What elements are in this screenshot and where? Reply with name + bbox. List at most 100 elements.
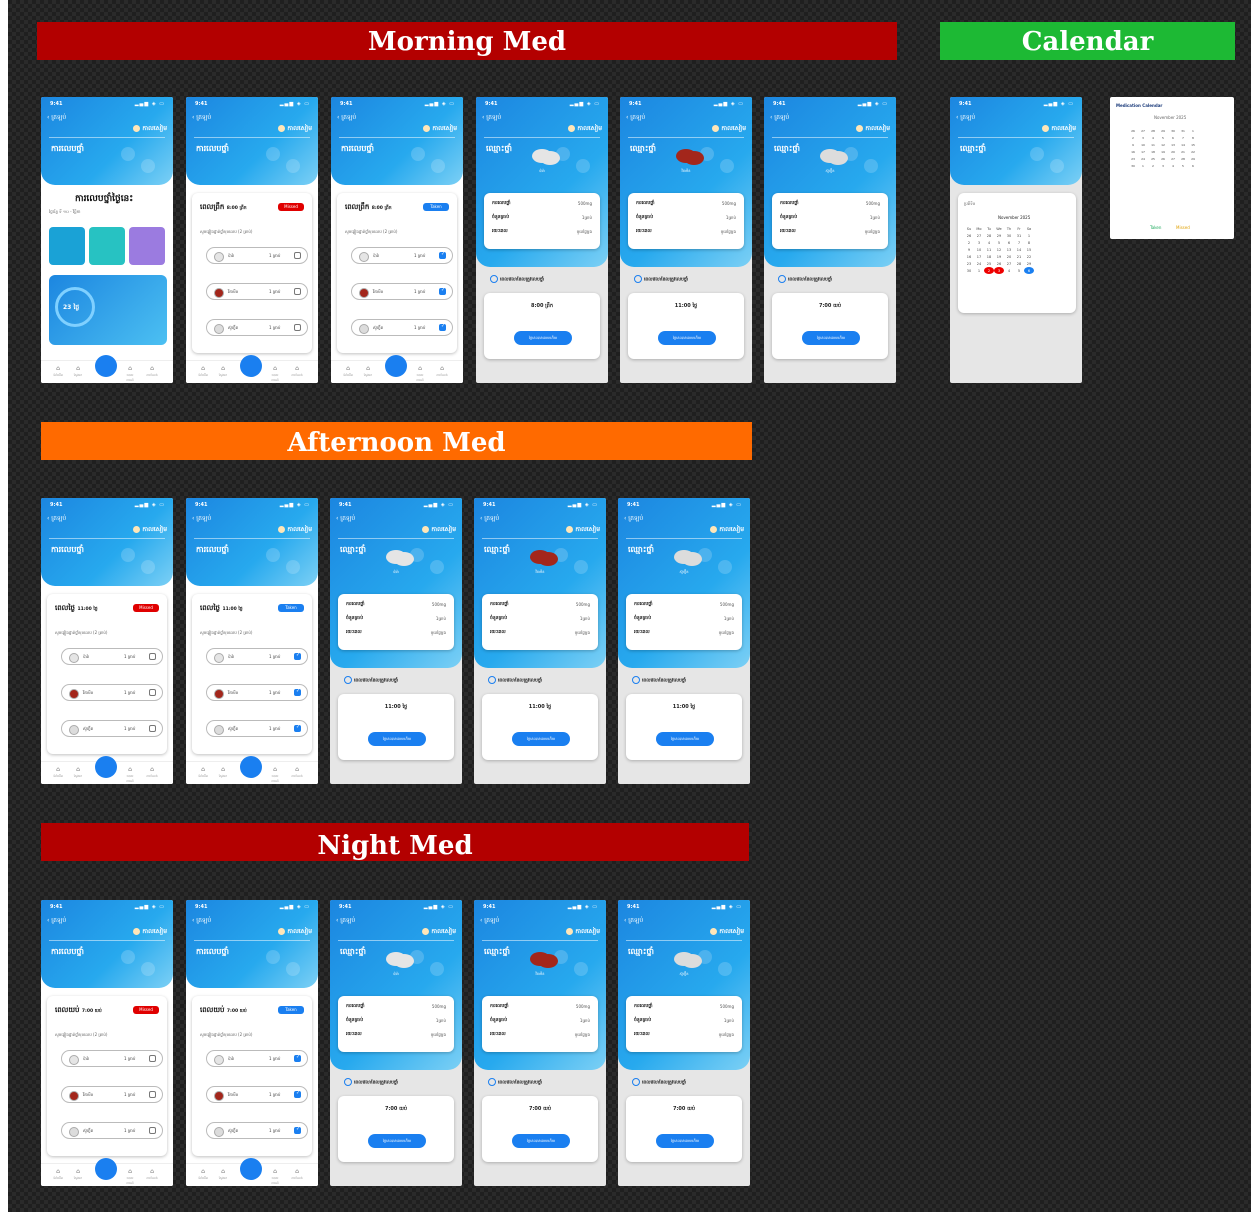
pill-checkbox[interactable] bbox=[294, 324, 301, 331]
calendar-day[interactable]: 8 bbox=[1188, 134, 1198, 141]
calendar-day[interactable]: 27 bbox=[1004, 260, 1014, 267]
back-button[interactable]: ‹ ត្រឡប់ bbox=[192, 916, 211, 925]
calendar-day[interactable]: 29 bbox=[1158, 127, 1168, 134]
nav-item[interactable]: ⌂ ទំព័រដើម bbox=[196, 766, 210, 779]
back-button[interactable]: ‹ ត្រឡប់ bbox=[192, 113, 211, 122]
back-button[interactable]: ‹ ត្រឡប់ bbox=[192, 514, 211, 523]
calendar-day[interactable]: 26 bbox=[964, 232, 974, 239]
mark-taken-button[interactable]: ថ្ងៃនេះបានលេបហើយ bbox=[512, 732, 570, 746]
back-button[interactable]: ‹ ត្រឡប់ bbox=[336, 916, 355, 925]
nav-item[interactable]: ⌂ ទំព័រដើម bbox=[341, 365, 355, 378]
pill-checkbox[interactable] bbox=[294, 1090, 301, 1098]
calendar-day[interactable]: 22 bbox=[1024, 253, 1034, 260]
calendar-day[interactable]: 6 bbox=[1168, 134, 1178, 141]
nav-item[interactable]: ⌂ ទំព័រដើម bbox=[196, 365, 210, 378]
pill-row[interactable]: ប៉ារ៉ា 1 គ្រាប់ bbox=[61, 648, 163, 665]
user-chip[interactable]: កាលសៀម bbox=[422, 927, 456, 936]
calendar-day[interactable]: 28 bbox=[1014, 260, 1024, 267]
calendar-day[interactable]: 3 bbox=[994, 267, 1004, 274]
calendar-day[interactable]: 23 bbox=[1128, 155, 1138, 162]
back-button[interactable]: ‹ ត្រឡប់ bbox=[624, 514, 643, 523]
nav-center-button[interactable] bbox=[95, 1158, 117, 1180]
calendar-day[interactable]: 2 bbox=[984, 267, 994, 274]
pill-checkbox[interactable] bbox=[439, 251, 446, 259]
nav-item[interactable]: ⌂ ការកំណត់ bbox=[290, 365, 304, 378]
nav-item[interactable]: ⌂ ស្វែងរក bbox=[216, 766, 230, 779]
user-chip[interactable]: កាលសៀម bbox=[856, 124, 890, 133]
nav-item[interactable]: ⌂ របាយការណ៍ bbox=[268, 365, 282, 383]
pill-row[interactable]: ស៊ូហ្វ៊ីត 1 គ្រាប់ bbox=[206, 720, 308, 737]
user-chip[interactable]: កាលសៀម bbox=[566, 927, 600, 936]
calendar-day[interactable]: 26 bbox=[1128, 127, 1138, 134]
calendar-day[interactable]: 3 bbox=[1158, 162, 1168, 169]
pill-checkbox[interactable] bbox=[149, 653, 156, 660]
calendar-day[interactable]: 1 bbox=[1138, 162, 1148, 169]
pill-row[interactable]: ស៊ូហ្វ៊ីត 1 គ្រាប់ bbox=[206, 319, 308, 336]
nav-item[interactable]: ⌂ ទំព័រដើម bbox=[196, 1168, 210, 1181]
user-chip[interactable]: កាលសៀម bbox=[133, 124, 167, 133]
calendar-day[interactable]: 18 bbox=[984, 253, 994, 260]
mark-taken-button[interactable]: ថ្ងៃនេះបានលេបហើយ bbox=[658, 331, 716, 345]
pill-row[interactable]: វីតាមីន 1 គ្រាប់ bbox=[61, 1086, 163, 1103]
nav-item[interactable]: ⌂ ស្វែងរក bbox=[71, 1168, 85, 1181]
nav-item[interactable]: ⌂ របាយការណ៍ bbox=[123, 1168, 137, 1186]
nav-item[interactable]: ⌂ ស្វែងរក bbox=[71, 365, 85, 378]
user-chip[interactable]: កាលសៀម bbox=[133, 927, 167, 936]
calendar-day[interactable]: 5 bbox=[1014, 267, 1024, 274]
calendar-day[interactable]: 18 bbox=[1148, 148, 1158, 155]
pill-row[interactable]: ប៉ារ៉ា 1 គ្រាប់ bbox=[351, 247, 453, 264]
calendar-day[interactable]: 4 bbox=[984, 239, 994, 246]
calendar-day[interactable]: 30 bbox=[1168, 127, 1178, 134]
calendar-day[interactable]: 29 bbox=[1188, 155, 1198, 162]
nav-item[interactable]: ⌂ ការកំណត់ bbox=[145, 766, 159, 779]
calendar-day[interactable]: 2 bbox=[1148, 162, 1158, 169]
nav-item[interactable]: ⌂ របាយការណ៍ bbox=[268, 766, 282, 784]
calendar-day[interactable]: 12 bbox=[1158, 141, 1168, 148]
user-chip[interactable]: កាលសៀម bbox=[278, 124, 312, 133]
calendar-day[interactable]: 3 bbox=[974, 239, 984, 246]
nav-item[interactable]: ⌂ ស្វែងរក bbox=[361, 365, 375, 378]
user-chip[interactable]: កាលសៀម bbox=[278, 927, 312, 936]
calendar-day[interactable]: 11 bbox=[984, 246, 994, 253]
calendar-day[interactable]: 30 bbox=[1004, 232, 1014, 239]
calendar-day[interactable]: 27 bbox=[1168, 155, 1178, 162]
calendar-day[interactable]: 20 bbox=[1004, 253, 1014, 260]
calendar-day[interactable]: 28 bbox=[1178, 155, 1188, 162]
calendar-day[interactable]: 14 bbox=[1014, 246, 1024, 253]
user-chip[interactable]: កាលសៀម bbox=[423, 124, 457, 133]
back-button[interactable]: ‹ ត្រឡប់ bbox=[480, 916, 499, 925]
user-chip[interactable]: កាលសៀម bbox=[712, 124, 746, 133]
calendar-day[interactable]: 19 bbox=[994, 253, 1004, 260]
pill-row[interactable]: ស៊ូហ្វ៊ីត 1 គ្រាប់ bbox=[61, 720, 163, 737]
nav-item[interactable]: ⌂ ទំព័រដើម bbox=[51, 766, 65, 779]
calendar-day[interactable]: 25 bbox=[984, 260, 994, 267]
nav-item[interactable]: ⌂ របាយការណ៍ bbox=[123, 766, 137, 784]
user-chip[interactable]: កាលសៀម bbox=[568, 124, 602, 133]
calendar-day[interactable]: 14 bbox=[1178, 141, 1188, 148]
calendar-day[interactable]: 9 bbox=[1128, 141, 1138, 148]
pill-checkbox[interactable] bbox=[294, 652, 301, 660]
back-button[interactable]: ‹ ត្រឡប់ bbox=[47, 113, 66, 122]
pill-checkbox[interactable] bbox=[149, 1127, 156, 1134]
mark-taken-button[interactable]: ថ្ងៃនេះបានលេបហើយ bbox=[512, 1134, 570, 1148]
calendar-day[interactable]: 6 bbox=[1188, 162, 1198, 169]
nav-center-button[interactable] bbox=[95, 355, 117, 377]
user-chip[interactable]: កាលសៀម bbox=[1042, 124, 1076, 133]
calendar-day[interactable]: 28 bbox=[1148, 127, 1158, 134]
nav-center-button[interactable] bbox=[385, 355, 407, 377]
calendar-day[interactable]: 31 bbox=[1178, 127, 1188, 134]
calendar-day[interactable]: 13 bbox=[1004, 246, 1014, 253]
back-button[interactable]: ‹ ត្រឡប់ bbox=[770, 113, 789, 122]
back-button[interactable]: ‹ ត្រឡប់ bbox=[47, 514, 66, 523]
calendar-day[interactable]: 16 bbox=[1128, 148, 1138, 155]
pill-checkbox[interactable] bbox=[149, 1055, 156, 1062]
calendar-day[interactable]: 30 bbox=[1128, 162, 1138, 169]
calendar-day[interactable]: 12 bbox=[994, 246, 1004, 253]
pill-row[interactable]: វីតាមីន 1 គ្រាប់ bbox=[61, 684, 163, 701]
calendar-day[interactable]: 4 bbox=[1004, 267, 1014, 274]
pill-checkbox[interactable] bbox=[149, 689, 156, 696]
mark-taken-button[interactable]: ថ្ងៃនេះបានលេបហើយ bbox=[656, 1134, 714, 1148]
pill-checkbox[interactable] bbox=[294, 1054, 301, 1062]
calendar-day[interactable]: 16 bbox=[964, 253, 974, 260]
user-chip[interactable]: កាលសៀម bbox=[133, 525, 167, 534]
